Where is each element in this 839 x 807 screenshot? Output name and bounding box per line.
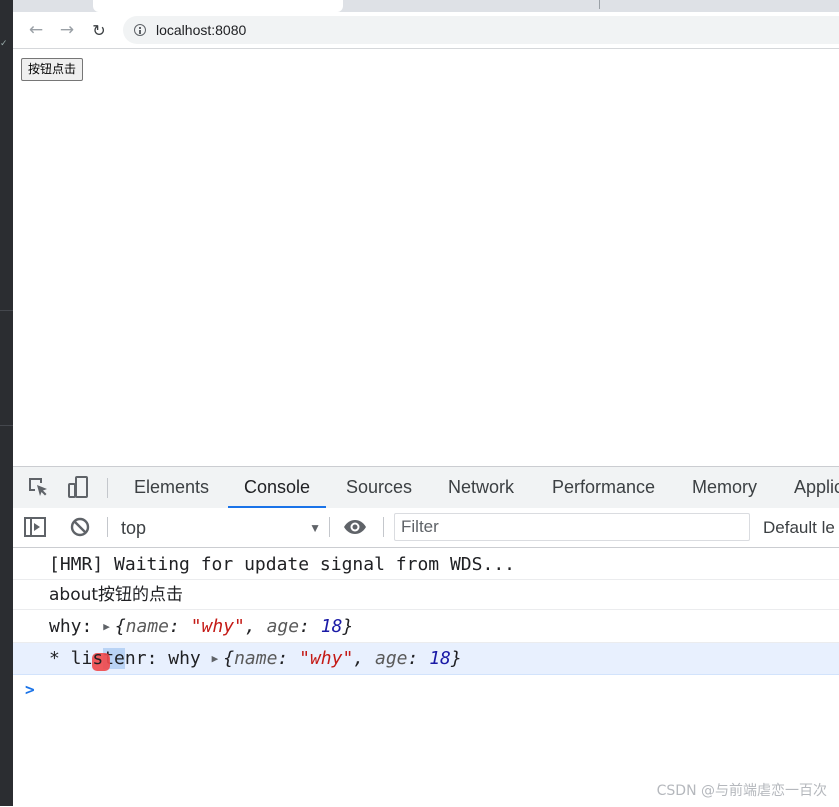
log-prefix: nr: why xyxy=(124,648,212,669)
console-toolbar: top ▼ Filter Default le xyxy=(13,508,839,548)
object-preview[interactable]: {name: "why", age: 18} xyxy=(223,648,462,669)
reload-icon[interactable]: ↻ xyxy=(88,19,110,41)
log-levels-dropdown[interactable]: Default le xyxy=(763,515,835,541)
sidebar-toggle-icon[interactable] xyxy=(23,515,47,539)
info-icon[interactable] xyxy=(134,24,146,36)
check-icon: ✓ xyxy=(0,39,8,49)
tab-elements[interactable]: Elements xyxy=(134,467,209,508)
tab-application[interactable]: Applic xyxy=(794,467,839,508)
device-toolbar-icon[interactable] xyxy=(66,475,90,499)
console-message: why: ▶ {name: "why", age: 18} xyxy=(13,610,839,643)
context-value: top xyxy=(121,518,147,538)
address-bar[interactable]: localhost:8080 xyxy=(123,16,839,44)
console-message-selected: * listenr: why ▶ {name: "why", age: 18} xyxy=(13,643,839,675)
browser-tab-active[interactable] xyxy=(93,0,343,12)
forward-arrow-icon[interactable]: → xyxy=(56,19,78,41)
object-preview[interactable]: {name: "why", age: 18} xyxy=(115,616,354,637)
expand-triangle-icon[interactable]: ▶ xyxy=(103,610,110,643)
browser-toolbar: ← → ↻ localhost:8080 xyxy=(13,12,839,49)
background-window-edge: ✓ xyxy=(0,0,13,806)
toolbar-divider xyxy=(107,478,108,498)
tab-sources[interactable]: Sources xyxy=(346,467,412,508)
devtools-panel: Elements Console Sources Network Perform… xyxy=(13,466,839,807)
eye-icon[interactable] xyxy=(343,515,367,539)
context-select[interactable]: top ▼ xyxy=(121,515,321,541)
console-message: about按钮的点击 xyxy=(13,580,839,610)
back-arrow-icon[interactable]: ← xyxy=(25,19,47,41)
expand-triangle-icon[interactable]: ▶ xyxy=(212,643,219,675)
devtools-tab-bar: Elements Console Sources Network Perform… xyxy=(13,467,839,509)
log-prefix: * li xyxy=(49,648,93,669)
click-button[interactable]: 按钮点击 xyxy=(21,58,84,81)
filter-input[interactable]: Filter xyxy=(394,513,750,541)
inspect-element-icon[interactable] xyxy=(26,475,50,499)
browser-tab-strip xyxy=(13,0,839,12)
page-viewport: 按钮点击 xyxy=(13,49,839,466)
tab-separator xyxy=(599,0,600,9)
toolbar-divider xyxy=(383,517,384,537)
log-prefix: s xyxy=(92,648,104,669)
console-prompt[interactable]: > xyxy=(13,675,839,705)
watermark: CSDN @与前端虐恋一百次 xyxy=(656,783,827,799)
tab-memory[interactable]: Memory xyxy=(692,467,757,508)
prompt-chevron-icon: > xyxy=(25,680,35,699)
divider xyxy=(0,310,13,311)
toolbar-divider xyxy=(329,517,330,537)
tab-performance[interactable]: Performance xyxy=(552,467,655,508)
tab-console[interactable]: Console xyxy=(227,467,327,508)
url-text[interactable]: localhost:8080 xyxy=(156,22,246,38)
dropdown-triangle-icon: ▼ xyxy=(309,521,321,535)
console-message: [HMR] Waiting for update signal from WDS… xyxy=(13,548,839,580)
divider xyxy=(0,425,13,426)
tab-network[interactable]: Network xyxy=(448,467,514,508)
console-output: [HMR] Waiting for update signal from WDS… xyxy=(13,548,839,705)
clear-console-icon[interactable] xyxy=(68,515,92,539)
log-prefix: why: xyxy=(49,616,104,637)
toolbar-divider xyxy=(107,517,108,537)
